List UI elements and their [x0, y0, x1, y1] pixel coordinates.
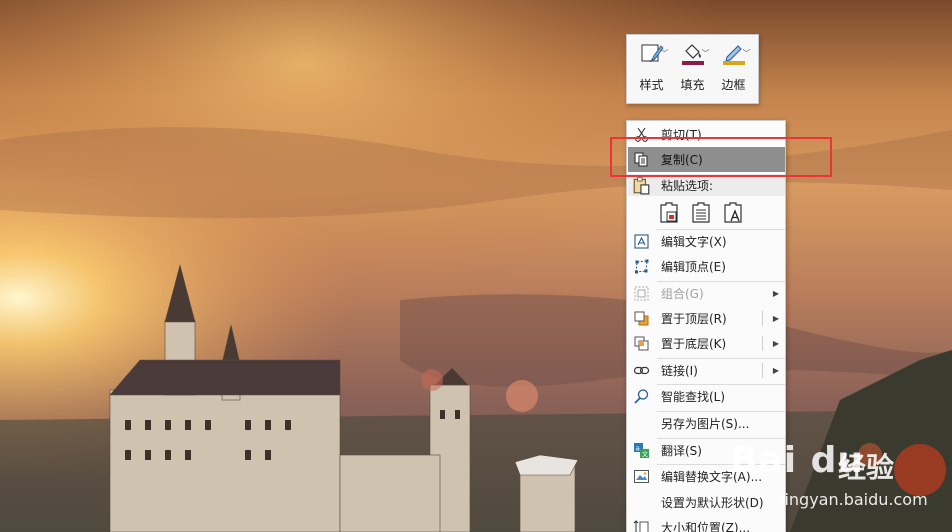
send-to-back-icon: [632, 334, 651, 353]
alt-text-icon: [632, 467, 651, 486]
paste-options-label: 粘贴选项:: [661, 179, 714, 193]
outline-button[interactable]: ﹀ 边框: [714, 39, 754, 103]
menu-label-link: 链接(I): [661, 364, 698, 378]
translate-icon: a文: [632, 441, 651, 460]
fill-button[interactable]: ﹀ 填充: [673, 39, 713, 103]
watermark-text: 经验: [838, 451, 895, 484]
split-divider: [762, 311, 763, 326]
baidu-jingyan-watermark: Bai du 经验 jingyan.baidu.com: [730, 440, 945, 520]
menu-item-bring-to-front[interactable]: 置于顶层(R) ▶: [628, 306, 785, 331]
mini-toolbar: ﹀ 样式 ﹀ 填充 ﹀ 边框: [626, 34, 759, 104]
menu-label-group: 组合(G): [661, 287, 704, 301]
menu-label-edit-points: 编辑顶点(E): [661, 260, 726, 274]
menu-item-edit-text[interactable]: 编辑文字(X): [628, 229, 785, 254]
menu-label-size-position: 大小和位置(Z)...: [661, 521, 751, 532]
paste-options-header: 粘贴选项:: [628, 174, 785, 196]
split-divider: [762, 336, 763, 351]
outline-pen-icon: ﹀: [717, 39, 751, 69]
menu-label-translate: 翻译(S): [661, 444, 702, 458]
menu-label-smart-lookup: 智能查找(L): [661, 390, 726, 404]
paste-text-only-button[interactable]: [721, 199, 745, 225]
menu-label-bring-to-front: 置于顶层(R): [661, 312, 727, 326]
style-button[interactable]: ﹀ 样式: [632, 39, 672, 103]
menu-item-group[interactable]: 组合(G) ▶: [628, 281, 785, 306]
outline-label: 边框: [721, 78, 746, 92]
fill-bucket-icon: ﹀: [676, 39, 710, 69]
paste-text-only-icon: [724, 202, 742, 223]
paste-options-row: [657, 199, 745, 227]
menu-item-copy[interactable]: 复制(C): [628, 147, 785, 172]
menu-label-save-as-picture: 另存为图片(S)...: [661, 417, 750, 431]
paste-picture-icon: [692, 202, 710, 223]
group-icon: [632, 284, 651, 303]
submenu-arrow-icon[interactable]: ▶: [773, 314, 779, 323]
menu-item-link[interactable]: 链接(I) ▶: [628, 358, 785, 383]
paste-use-destination-theme-button[interactable]: [657, 199, 681, 225]
menu-item-cut[interactable]: 剪切(T): [628, 122, 785, 147]
paste-destination-theme-icon: [660, 202, 678, 223]
submenu-arrow-icon[interactable]: ▶: [773, 339, 779, 348]
paste-picture-button[interactable]: [689, 199, 713, 225]
submenu-arrow-icon[interactable]: ▶: [773, 366, 779, 375]
smart-lookup-icon: [632, 387, 651, 406]
scissors-icon: [632, 125, 651, 144]
menu-label-copy: 复制(C): [661, 153, 703, 167]
menu-label-edit-text: 编辑文字(X): [661, 235, 727, 249]
edit-text-icon: [632, 232, 651, 251]
svg-text:a: a: [636, 445, 640, 453]
style-brush-icon: ﹀: [635, 39, 669, 69]
menu-item-edit-points[interactable]: 编辑顶点(E): [628, 254, 785, 279]
copy-icon: [632, 150, 651, 169]
style-label: 样式: [639, 78, 664, 92]
edit-points-icon: [632, 257, 651, 276]
menu-item-send-to-back[interactable]: 置于底层(K) ▶: [628, 331, 785, 356]
link-icon: [632, 361, 651, 380]
split-divider: [762, 363, 763, 378]
submenu-arrow-icon: ▶: [772, 289, 779, 298]
svg-text:文: 文: [642, 451, 648, 459]
paste-icon: [632, 176, 651, 195]
menu-label-cut: 剪切(T): [661, 128, 702, 142]
menu-item-smart-lookup[interactable]: 智能查找(L): [628, 384, 785, 409]
size-position-icon: [632, 518, 651, 532]
menu-label-send-to-back: 置于底层(K): [661, 337, 727, 351]
fill-label: 填充: [680, 78, 705, 92]
bring-to-front-icon: [632, 309, 651, 328]
menu-item-save-as-picture[interactable]: 另存为图片(S)...: [628, 411, 785, 436]
watermark-url: jingyan.baidu.com: [780, 490, 928, 509]
